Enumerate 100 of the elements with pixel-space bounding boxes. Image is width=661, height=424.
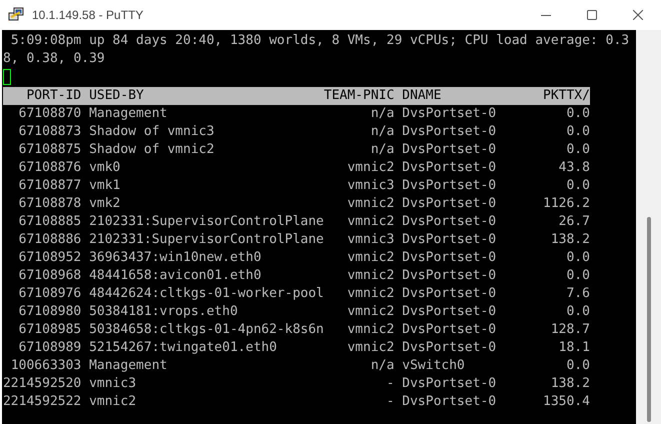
table-cell: DvsPortset-0 [402, 339, 496, 357]
table-cell: 67108875 [18, 141, 82, 159]
table-cell: vmnic2 [89, 393, 136, 411]
table-cell: Shadow of vmnic3 [89, 123, 214, 141]
table-cell: 48442624:cltkgs-01-worker-pool [89, 285, 324, 303]
table-cell: 43.8 [558, 159, 590, 177]
table-cell: - [386, 375, 394, 393]
table-cell: vmnic2 [347, 339, 394, 357]
column-header: DNAME [402, 87, 442, 105]
table-cell: 50384658:cltkgs-01-4pn62-k8s6n [89, 321, 324, 339]
table-cell: DvsPortset-0 [402, 231, 496, 249]
close-icon [633, 10, 643, 20]
table-cell: n/a [370, 105, 394, 123]
table-cell: vmnic2 [347, 267, 394, 285]
table-cell: 67108886 [18, 231, 82, 249]
table-cell: DvsPortset-0 [402, 267, 496, 285]
table-cell: 0.0 [566, 141, 590, 159]
window-title: 10.1.149.58 - PuTTY [32, 7, 144, 24]
table-cell: vmk0 [89, 159, 120, 177]
table-cell: vmnic3 [89, 375, 136, 393]
table-cell: 67108989 [18, 339, 82, 357]
table-cell: Shadow of vmnic2 [89, 141, 214, 159]
table-cell: 67108876 [18, 159, 82, 177]
column-header: PORT-ID [26, 87, 82, 105]
table-cell: 1350.4 [543, 393, 590, 411]
table-cell: vmnic2 [347, 213, 394, 231]
table-cell: - [386, 393, 394, 411]
table-cell: DvsPortset-0 [402, 123, 496, 141]
table-cell: 2214592520 [2, 375, 82, 393]
table-cell: 67108980 [18, 303, 82, 321]
table-cell: 138.2 [550, 375, 590, 393]
table-cell: 138.2 [550, 231, 590, 249]
column-header: TEAM-PNIC [324, 87, 394, 105]
table-cell: 50384181:vrops.eth0 [89, 303, 238, 321]
table-cell: n/a [370, 357, 394, 375]
table-cell: DvsPortset-0 [402, 159, 496, 177]
table-cell: 67108885 [18, 213, 82, 231]
table-cell: 36963437:win10new.eth0 [89, 249, 262, 267]
table-cell: 0.0 [566, 177, 590, 195]
terminal-screen[interactable] [2, 30, 636, 424]
table-cell: DvsPortset-0 [402, 195, 496, 213]
table-cell: vmnic2 [347, 159, 394, 177]
table-cell: 1126.2 [543, 195, 590, 213]
table-cell: 0.0 [566, 105, 590, 123]
table-cell: vmnic2 [347, 195, 394, 213]
table-cell: DvsPortset-0 [402, 213, 496, 231]
table-cell: vmnic3 [347, 177, 394, 195]
table-cell: n/a [370, 141, 394, 159]
table-cell: 52154267:twingate01.eth0 [89, 339, 277, 357]
table-cell: vmnic3 [347, 231, 394, 249]
table-cell: 2102331:SupervisorControlPlane [89, 231, 324, 249]
table-cell: DvsPortset-0 [402, 303, 496, 321]
table-cell: 128.7 [550, 321, 590, 339]
table-cell: 0.0 [566, 123, 590, 141]
table-cell: 67108870 [18, 105, 82, 123]
table-cell: DvsPortset-0 [402, 393, 496, 411]
table-cell: 0.0 [566, 303, 590, 321]
table-cell: 67108877 [18, 177, 82, 195]
maximize-icon [587, 10, 597, 20]
table-cell: vmnic2 [347, 285, 394, 303]
table-cell: vmnic2 [347, 321, 394, 339]
table-cell: vSwitch0 [402, 357, 465, 375]
column-header: USED-BY [89, 87, 144, 105]
minimize-icon [541, 14, 551, 16]
table-cell: 0.0 [566, 249, 590, 267]
table-cell: 100663303 [10, 357, 82, 375]
table-cell: 67108976 [18, 285, 82, 303]
table-cell: DvsPortset-0 [402, 249, 496, 267]
table-cell: DvsPortset-0 [402, 285, 496, 303]
table-cell: DvsPortset-0 [402, 105, 496, 123]
table-cell: 2102331:SupervisorControlPlane [89, 213, 324, 231]
table-cell: n/a [370, 123, 394, 141]
table-cell: 48441658:avicon01.eth0 [89, 267, 262, 285]
table-cell: vmk2 [89, 195, 120, 213]
table-cell: DvsPortset-0 [402, 375, 496, 393]
scrollbar-thumb[interactable] [646, 217, 650, 422]
table-cell: vmk1 [89, 177, 120, 195]
table-cell: Management [89, 105, 168, 123]
table-cell: 0.0 [566, 357, 590, 375]
table-cell: 67108878 [18, 195, 82, 213]
text-cursor [3, 69, 11, 85]
table-cell: 67108952 [18, 249, 82, 267]
column-header: PKTTX/ [543, 87, 590, 105]
table-cell: DvsPortset-0 [402, 141, 496, 159]
table-cell: Management [89, 357, 168, 375]
table-cell: DvsPortset-0 [402, 177, 496, 195]
table-cell: 2214592522 [2, 393, 82, 411]
table-cell: 0.0 [566, 267, 590, 285]
scrollbar[interactable] [636, 30, 661, 424]
table-cell: 67108985 [18, 321, 82, 339]
table-cell: DvsPortset-0 [402, 321, 496, 339]
table-cell: vmnic2 [347, 249, 394, 267]
table-cell: vmnic2 [347, 303, 394, 321]
table-cell: 67108968 [18, 267, 82, 285]
computer-icon [8, 7, 24, 23]
table-cell: 18.1 [558, 339, 590, 357]
status-line: 8, 0.38, 0.39 [3, 51, 105, 66]
table-cell: 67108873 [18, 123, 82, 141]
table-cell: 26.7 [558, 213, 590, 231]
status-line: 5:09:08pm up 84 days 20:40, 1380 worlds, 8 VMs, 29 vCPUs; CPU load average: 0.3 [10, 33, 630, 48]
